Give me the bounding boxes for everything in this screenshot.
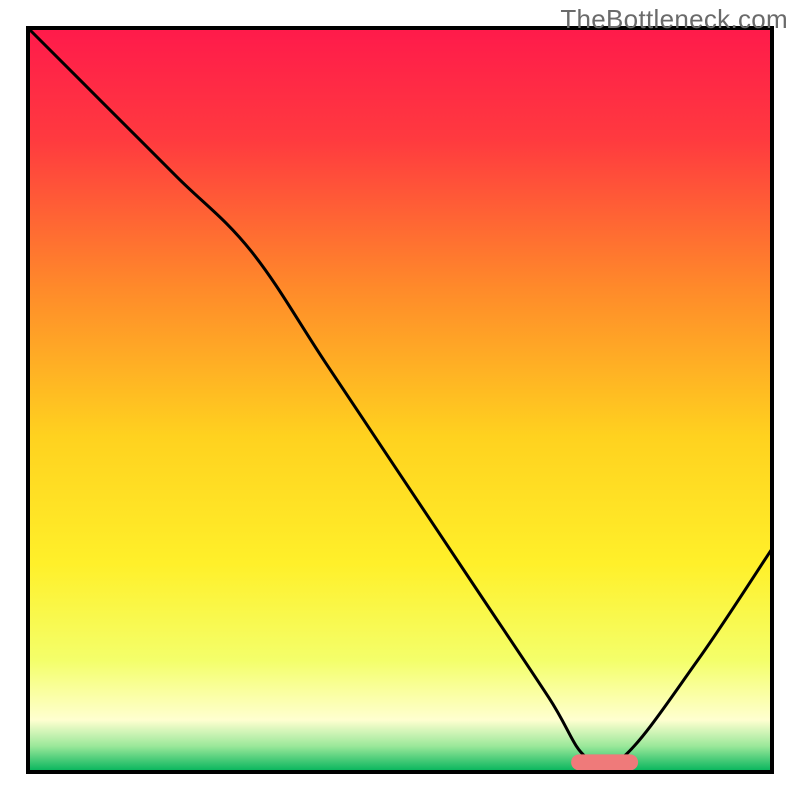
optimum-marker [571, 754, 638, 770]
watermark-text: TheBottleneck.com [560, 4, 788, 35]
chart-container: { "watermark": "TheBottleneck.com", "cha… [0, 0, 800, 800]
plot-area [28, 28, 772, 772]
bottleneck-chart [0, 0, 800, 800]
